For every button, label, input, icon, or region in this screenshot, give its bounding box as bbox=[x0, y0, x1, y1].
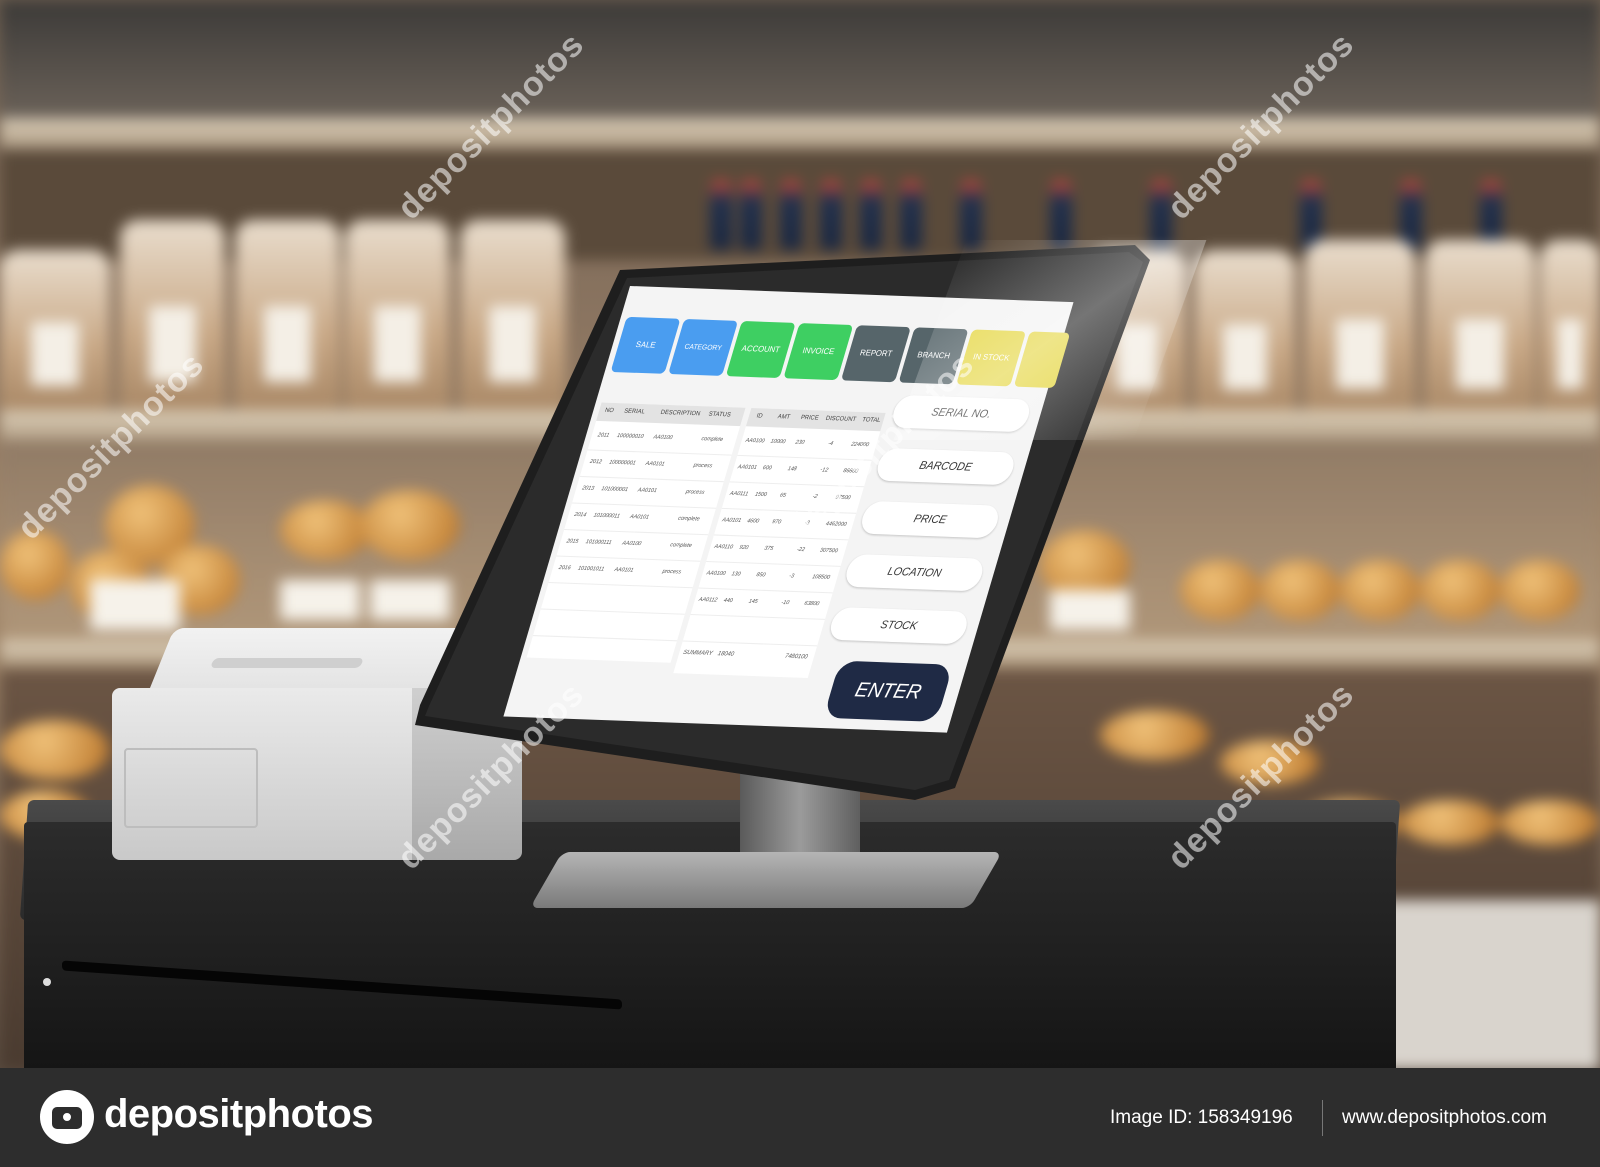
cell-no: 2014 bbox=[573, 511, 587, 519]
cell-price: 145 bbox=[747, 598, 759, 606]
col-description: DESCRIPTION bbox=[659, 409, 701, 418]
cell-amt: 4600 bbox=[746, 518, 760, 525]
cell-no: 2015 bbox=[565, 538, 580, 545]
cell-total: 63800 bbox=[803, 600, 820, 608]
cell-id: AA0100 bbox=[705, 570, 727, 578]
table-row[interactable] bbox=[532, 608, 685, 642]
cell-price: 850 bbox=[755, 572, 767, 579]
cell-description: AA0101 bbox=[629, 513, 650, 521]
cell-description: AA0101 bbox=[613, 566, 635, 574]
cell-amt: 440 bbox=[722, 597, 734, 605]
printer-paper-slot bbox=[209, 658, 365, 668]
col-no: NO bbox=[604, 407, 615, 415]
summary-total: 7480100 bbox=[784, 653, 809, 661]
tab-label: INVOICE bbox=[801, 345, 836, 357]
cell-id: AA0110 bbox=[713, 543, 734, 551]
button-label: LOCATION bbox=[885, 565, 943, 580]
button-label: PRICE bbox=[912, 512, 948, 527]
button-label: BARCODE bbox=[917, 459, 974, 474]
cell-id: AA0112 bbox=[697, 596, 719, 604]
cell-amt: 600 bbox=[761, 465, 773, 472]
price-button[interactable]: PRICE bbox=[858, 500, 1002, 539]
cell-status: complete bbox=[669, 542, 693, 550]
camera-logo-icon bbox=[40, 1090, 94, 1144]
table-header: NO SERIAL DESCRIPTION STATUS bbox=[596, 402, 746, 427]
cell-serial: 100000001 bbox=[608, 459, 637, 467]
col-discount: DISCOUNT bbox=[824, 415, 857, 424]
cell-discount: -3 bbox=[788, 573, 795, 580]
tab-label: REPORT bbox=[858, 348, 894, 359]
col-id: ID bbox=[755, 413, 764, 420]
cell-serial: 101000001 bbox=[600, 486, 629, 494]
col-status: STATUS bbox=[707, 411, 732, 419]
cell-price: 148 bbox=[786, 466, 798, 473]
cell-price: 230 bbox=[794, 439, 806, 446]
cell-description: AA0101 bbox=[636, 487, 658, 495]
tab-label: ACCOUNT bbox=[740, 343, 782, 355]
cell-description: AA0100 bbox=[652, 434, 674, 442]
cell-id: AA0111 bbox=[729, 490, 749, 498]
table-header: ID AMT PRICE DISCOUNT TOTAL bbox=[745, 407, 886, 432]
cell-total: 108500 bbox=[811, 574, 831, 581]
cell-no: 2012 bbox=[589, 458, 603, 466]
cell-amt: 1500 bbox=[754, 491, 768, 499]
summary-code: 18040 bbox=[716, 651, 735, 658]
cell-status: process bbox=[661, 568, 682, 576]
tab-label: SALE bbox=[634, 339, 657, 350]
tab-label: IN STOCK bbox=[971, 352, 1011, 363]
cell-discount: -10 bbox=[780, 599, 790, 607]
cell-no: 2016 bbox=[557, 564, 572, 572]
summary-label: SUMMARY bbox=[682, 649, 714, 658]
cell-serial: 100000010 bbox=[616, 432, 645, 441]
image-id: Image ID: 158349196 bbox=[1110, 1107, 1293, 1128]
col-price: PRICE bbox=[799, 414, 820, 422]
cell-id: AA0100 bbox=[744, 437, 766, 445]
col-serial: SERIAL bbox=[623, 408, 646, 416]
cell-price: 65 bbox=[778, 492, 787, 499]
cell-amt: 920 bbox=[738, 544, 750, 552]
counter-screw bbox=[43, 978, 51, 986]
cell-status: complete bbox=[677, 515, 701, 523]
tab-bar: SALE CATEGORY ACCOUNT INVOICE REPORT BRA… bbox=[609, 316, 1071, 394]
cell-discount: -4 bbox=[827, 440, 834, 447]
cell-id: AA0101 bbox=[736, 464, 758, 471]
button-label: STOCK bbox=[878, 618, 919, 633]
cell-description: AA0100 bbox=[621, 540, 642, 548]
cell-id: AA0101 bbox=[721, 517, 742, 525]
footer-divider bbox=[1322, 1100, 1323, 1136]
cell-description: AA0101 bbox=[644, 460, 666, 468]
col-amt: AMT bbox=[776, 414, 791, 421]
tab-label: CATEGORY bbox=[683, 343, 723, 353]
brand-name: depositphotos bbox=[104, 1092, 374, 1136]
cell-amt: 10000 bbox=[769, 438, 787, 446]
cell-discount: -22 bbox=[796, 546, 806, 554]
stock-button[interactable]: STOCK bbox=[826, 606, 971, 645]
cell-serial: 101000111 bbox=[584, 539, 613, 547]
enter-button[interactable]: ENTER bbox=[823, 660, 954, 722]
cell-amt: 130 bbox=[730, 571, 742, 578]
button-label: ENTER bbox=[852, 678, 925, 704]
photo-scene: SALE CATEGORY ACCOUNT INVOICE REPORT BRA… bbox=[0, 0, 1600, 1068]
printer-tray bbox=[124, 748, 258, 828]
summary-row: SUMMARY 18040 7480100 bbox=[675, 641, 817, 672]
cell-status: complete bbox=[700, 436, 724, 443]
cell-status: process bbox=[692, 462, 713, 470]
cell-no: 2013 bbox=[581, 485, 595, 492]
monitor-stand-base bbox=[529, 852, 1003, 908]
location-button[interactable]: LOCATION bbox=[842, 553, 987, 592]
cell-serial: 101001011 bbox=[577, 565, 605, 573]
cell-price: 375 bbox=[763, 545, 774, 553]
cell-total: 307500 bbox=[819, 547, 839, 555]
cell-status: process bbox=[684, 489, 706, 496]
website-link[interactable]: www.depositphotos.com bbox=[1342, 1107, 1547, 1129]
cell-serial: 101000011 bbox=[592, 512, 621, 520]
cell-no: 2011 bbox=[596, 432, 610, 439]
